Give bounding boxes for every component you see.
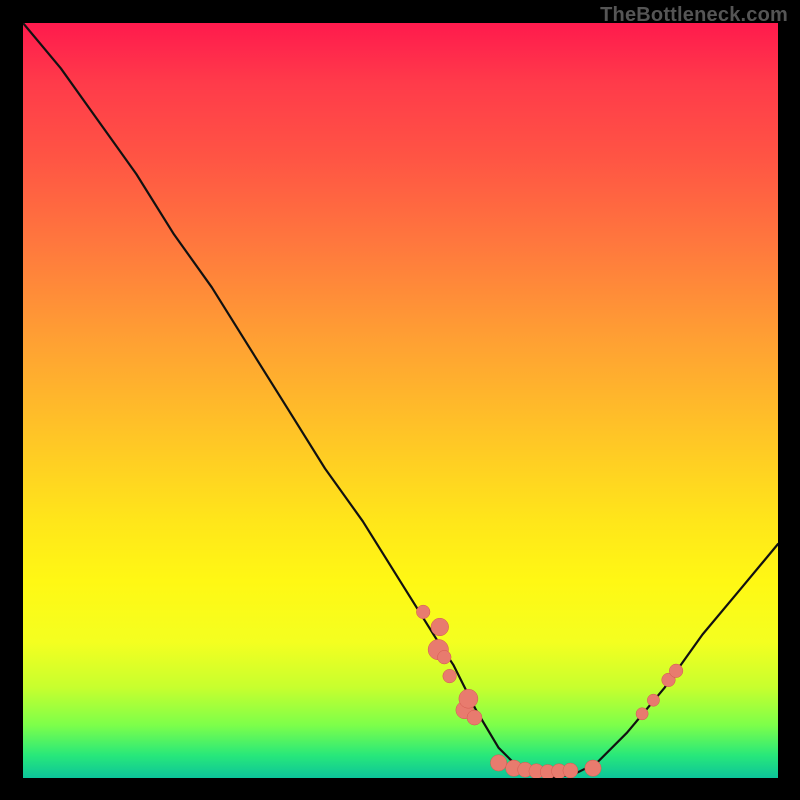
marker-left-cluster-8 — [467, 710, 482, 725]
marker-left-cluster-4 — [431, 618, 449, 636]
chart-frame: TheBottleneck.com — [0, 0, 800, 800]
marker-left-cluster-5 — [443, 669, 457, 683]
bottleneck-curve — [23, 23, 778, 778]
marker-right-2 — [647, 694, 659, 706]
marker-left-cluster-3 — [438, 650, 452, 664]
plot-area — [23, 23, 778, 778]
marker-bottom-7 — [563, 763, 578, 778]
marker-right-4 — [669, 664, 683, 678]
markers-group — [416, 605, 682, 778]
curve-svg — [23, 23, 778, 778]
marker-right-1 — [636, 708, 648, 720]
marker-left-cluster-7 — [459, 689, 478, 708]
marker-bottom-1 — [490, 755, 506, 771]
marker-bottom-8 — [585, 760, 601, 776]
marker-left-cluster-1 — [416, 605, 430, 619]
